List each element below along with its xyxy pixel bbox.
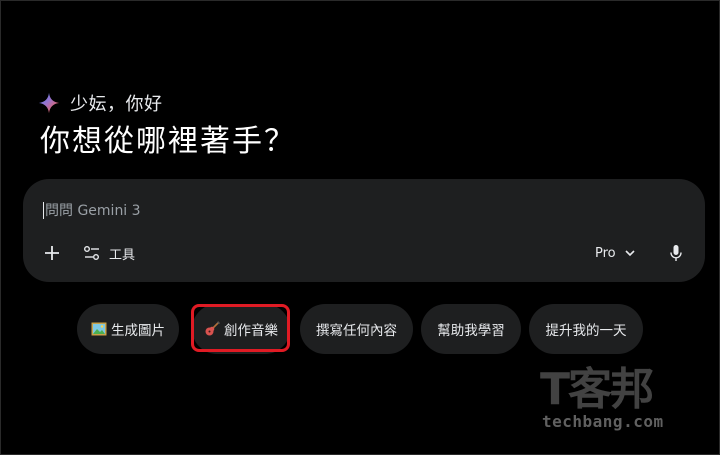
watermark-logo: T客邦: [540, 364, 654, 415]
chip-generate-image[interactable]: 生成圖片: [77, 304, 179, 354]
suggestion-chips: 生成圖片 創作音樂 撰寫任何內容 幫助我學習 提升我的一天: [0, 304, 720, 354]
page-title: 你想從哪裡著手？: [40, 124, 296, 159]
plus-icon: [45, 246, 59, 260]
prompt-composer[interactable]: 問問 Gemini 3 工具 Pro: [23, 179, 705, 282]
mic-icon: [670, 245, 682, 261]
tools-button[interactable]: 工具: [83, 241, 135, 265]
chip-boost-my-day[interactable]: 提升我的一天: [529, 304, 643, 354]
chip-help-me-learn[interactable]: 幫助我學習: [421, 304, 521, 354]
chip-label: 生成圖片: [111, 323, 165, 339]
chevron-down-icon: [625, 250, 635, 257]
watermark: T客邦 techbang.com: [540, 368, 710, 438]
prompt-input[interactable]: 問問 Gemini 3: [43, 200, 141, 220]
add-button[interactable]: [41, 242, 63, 264]
tools-label: 工具: [109, 247, 136, 263]
watermark-url: techbang.com: [542, 412, 664, 431]
highlight-box: [191, 304, 290, 352]
prompt-placeholder: 問問 Gemini 3: [45, 203, 141, 219]
gemini-spark-icon: [38, 92, 60, 114]
mic-button[interactable]: [664, 241, 688, 265]
framed-picture-icon: [91, 322, 107, 336]
greeting: 少妘，你好: [38, 90, 163, 116]
text-caret: [43, 201, 44, 219]
model-selector[interactable]: Pro: [595, 241, 636, 265]
chip-label: 提升我的一天: [545, 323, 627, 339]
greeting-name: 少妘，你好: [70, 94, 163, 115]
chip-label: 撰寫任何內容: [316, 323, 397, 339]
tune-icon: [84, 246, 99, 260]
model-label: Pro: [595, 245, 616, 261]
chip-label: 幫助我學習: [437, 323, 505, 339]
chip-write-anything[interactable]: 撰寫任何內容: [300, 304, 413, 354]
